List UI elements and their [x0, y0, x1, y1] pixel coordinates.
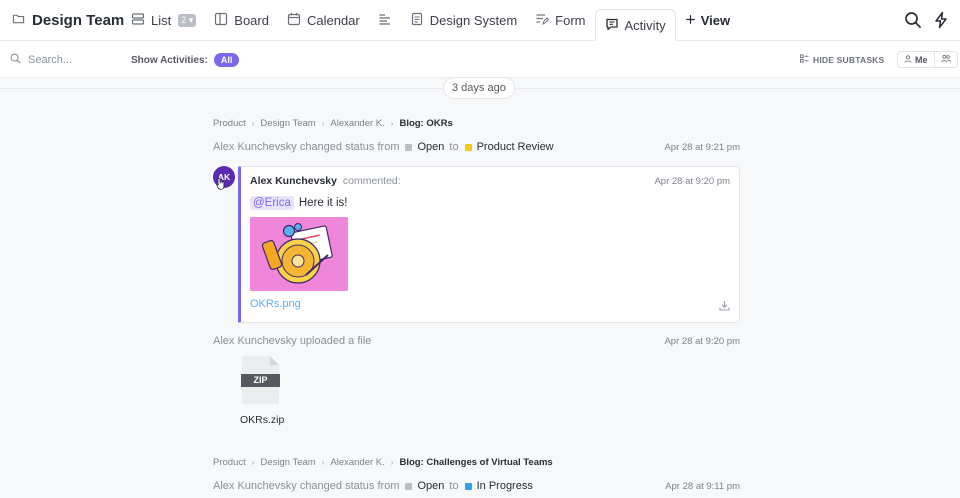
activity-toolbar: Show Activities: All HIDE SUBTASKS Me: [0, 41, 960, 78]
tab-board-label: Board: [234, 13, 269, 28]
search-icon[interactable]: [904, 11, 922, 32]
comment-body: @Erica Here it is!: [250, 196, 347, 210]
me-filter-label: Me: [915, 54, 928, 65]
tab-design-system-label: Design System: [429, 13, 518, 28]
status-change-activity: Alex Kunchevsky changed status from Open…: [213, 141, 740, 153]
status-to: In Progress: [476, 480, 533, 492]
status-to-word: to: [449, 141, 459, 153]
tab-board[interactable]: Board: [205, 0, 278, 41]
show-activities-label: Show Activities:: [131, 54, 208, 66]
search-box[interactable]: [10, 53, 118, 67]
breadcrumb-item[interactable]: Alexander K.: [330, 118, 384, 129]
folder-icon: [12, 12, 25, 29]
date-label: 3 days ago: [443, 77, 515, 99]
attachment-file-name[interactable]: OKRs.png: [250, 298, 301, 310]
breadcrumb-item[interactable]: Design Team: [260, 457, 315, 468]
activity-timestamp: Apr 28 at 9:21 pm: [664, 141, 740, 153]
comment-text: Here it is!: [298, 197, 348, 209]
list-count-badge: 2 ▾: [178, 14, 197, 27]
space-title-text: Design Team: [32, 12, 125, 29]
comment-card: Alex Kunchevsky commented: Apr 28 at 9:2…: [238, 166, 740, 323]
activity-text: Alex Kunchevsky changed status from: [213, 480, 400, 492]
tab-activity-label: Activity: [624, 18, 666, 33]
status-change-activity: Alex Kunchevsky changed status from Open…: [213, 480, 740, 492]
comment-verb: commented:: [342, 175, 401, 187]
tab-activity[interactable]: Activity: [594, 9, 676, 42]
upload-activity: Alex Kunchevsky uploaded a file Apr 28 a…: [213, 335, 740, 347]
space-title[interactable]: Design Team: [12, 12, 124, 29]
chevron-right-icon: ›: [251, 458, 255, 467]
status-open-swatch: [405, 482, 413, 490]
calendar-icon: [287, 12, 301, 29]
add-view-label: View: [700, 13, 731, 28]
people-filter-button[interactable]: [933, 52, 957, 67]
breadcrumb-item[interactable]: Product: [213, 457, 246, 468]
search-icon: [10, 53, 21, 67]
status-open-swatch: [405, 143, 413, 151]
breadcrumb-item[interactable]: Design Team: [260, 118, 315, 129]
me-filter-button[interactable]: Me: [898, 52, 934, 67]
status-to: Product Review: [476, 141, 554, 153]
header-actions: [904, 11, 950, 32]
status-from: Open: [417, 480, 445, 492]
show-activities-all-button[interactable]: All: [213, 53, 240, 67]
show-activities-filter: Show Activities: All: [131, 53, 240, 67]
tab-form[interactable]: Form: [526, 0, 594, 41]
tab-gantt[interactable]: [369, 0, 401, 41]
tab-calendar-label: Calendar: [306, 13, 360, 28]
assignee-filter: Me: [897, 51, 958, 68]
comment-header: Alex Kunchevsky commented:: [250, 175, 401, 187]
view-tabs: List 2 ▾ Board Calendar Design System Fo…: [122, 0, 739, 42]
users-icon: [940, 54, 951, 65]
hand-cursor-icon: [216, 177, 225, 190]
comment-author[interactable]: Alex Kunchevsky: [250, 175, 337, 187]
chevron-right-icon: ›: [390, 458, 394, 467]
search-input[interactable]: [28, 54, 118, 66]
board-icon: [214, 12, 228, 29]
doc-icon: [410, 12, 424, 29]
file-type-label: ZIP: [253, 375, 268, 385]
hide-subtasks-label: HIDE SUBTASKS: [813, 54, 885, 65]
breadcrumb-task[interactable]: Blog: Challenges of Virtual Teams: [399, 457, 552, 468]
activity-timestamp: Apr 28 at 9:20 pm: [664, 335, 740, 347]
hide-subtasks-button[interactable]: HIDE SUBTASKS: [800, 54, 884, 65]
activity-icon: [605, 17, 619, 34]
form-icon: [535, 12, 550, 29]
breadcrumb-item[interactable]: Alexander K.: [330, 457, 384, 468]
breadcrumb: Product › Design Team › Alexander K. › B…: [213, 457, 553, 468]
chevron-right-icon: ›: [321, 119, 325, 128]
tab-design-system[interactable]: Design System: [401, 0, 526, 41]
attachment-thumbnail[interactable]: [250, 217, 348, 291]
chevron-right-icon: ›: [251, 119, 255, 128]
plus-icon: [685, 13, 696, 28]
tab-calendar[interactable]: Calendar: [278, 0, 369, 41]
list-icon: [131, 12, 145, 29]
breadcrumb-item[interactable]: Product: [213, 118, 246, 129]
activity-text: Alex Kunchevsky changed status from: [213, 141, 400, 153]
chevron-right-icon: ›: [390, 119, 394, 128]
tab-list[interactable]: List 2 ▾: [122, 0, 205, 41]
activity-text: Alex Kunchevsky uploaded a file: [213, 335, 372, 347]
breadcrumb: Product › Design Team › Alexander K. › B…: [213, 118, 453, 129]
mention-tag[interactable]: @Erica: [250, 196, 294, 210]
top-header: Design Team List 2 ▾ Board Calendar Desi…: [0, 0, 960, 42]
uploaded-file-name[interactable]: OKRs.zip: [240, 414, 284, 426]
zip-file-icon[interactable]: ZIP: [241, 355, 280, 405]
tab-form-label: Form: [555, 13, 586, 28]
add-view-button[interactable]: View: [676, 0, 739, 41]
comment-timestamp: Apr 28 at 9:20 pm: [654, 176, 730, 187]
gantt-icon: [378, 12, 392, 29]
status-product-review-swatch: [464, 143, 472, 151]
lightning-icon[interactable]: [932, 11, 950, 32]
status-in-progress-swatch: [464, 482, 472, 490]
tab-list-label: List: [151, 13, 172, 28]
chevron-right-icon: ›: [321, 458, 325, 467]
status-to-word: to: [449, 480, 459, 492]
activity-timestamp: Apr 28 at 9:11 pm: [665, 480, 740, 492]
download-icon[interactable]: [719, 300, 730, 311]
user-icon: [904, 54, 912, 65]
subtasks-icon: [800, 54, 809, 65]
breadcrumb-task[interactable]: Blog: OKRs: [399, 118, 452, 129]
status-from: Open: [417, 141, 445, 153]
